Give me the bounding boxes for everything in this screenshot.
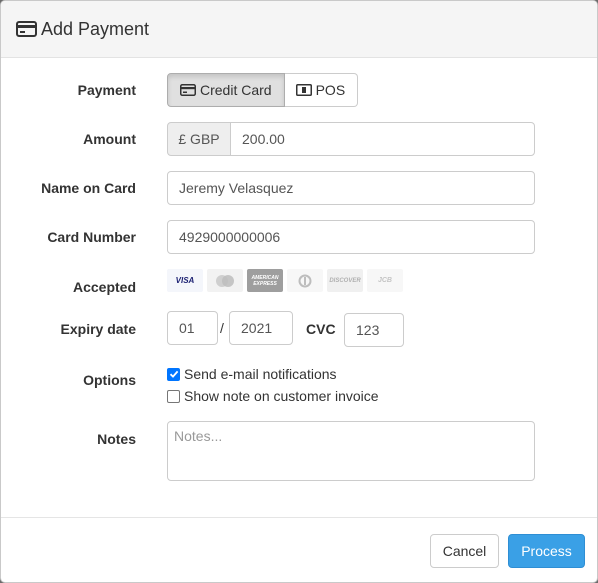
diners-club-card-icon bbox=[287, 269, 323, 292]
name-on-card-label: Name on Card bbox=[41, 180, 136, 196]
credit-card-icon bbox=[16, 21, 37, 37]
pos-option[interactable]: POS bbox=[284, 73, 359, 107]
cancel-button[interactable]: Cancel bbox=[430, 534, 499, 568]
send-email-label: Send e-mail notifications bbox=[184, 366, 337, 382]
notes-textarea[interactable] bbox=[167, 421, 535, 481]
show-note-label: Show note on customer invoice bbox=[184, 388, 379, 404]
visa-card-icon: VISA bbox=[167, 269, 203, 292]
credit-card-option[interactable]: Credit Card bbox=[167, 73, 285, 107]
payment-method-toggle: Credit Card POS bbox=[167, 73, 359, 107]
show-note-option[interactable]: Show note on customer invoice bbox=[167, 388, 379, 404]
pos-terminal-icon bbox=[295, 84, 312, 96]
send-email-option[interactable]: Send e-mail notifications bbox=[167, 366, 337, 382]
card-number-label: Card Number bbox=[47, 229, 136, 245]
notes-label: Notes bbox=[97, 431, 136, 447]
process-button[interactable]: Process bbox=[508, 534, 585, 568]
expiry-separator: / bbox=[220, 320, 224, 336]
pos-option-label: POS bbox=[315, 82, 346, 98]
card-number-input[interactable]: 4929000000006 bbox=[167, 220, 535, 254]
credit-card-option-label: Credit Card bbox=[200, 82, 272, 98]
modal-title: Add Payment bbox=[41, 18, 150, 39]
expiry-year-input[interactable]: 2021 bbox=[229, 311, 293, 345]
amount-label: Amount bbox=[83, 131, 136, 147]
accepted-cards: VISA AMERICAN EXPRESS DISCOVER JCB bbox=[167, 269, 403, 292]
currency-addon: £ GBP bbox=[167, 122, 231, 156]
add-payment-modal: Add Payment Payment Credit Card POS Amou… bbox=[0, 0, 598, 583]
discover-card-icon: DISCOVER bbox=[327, 269, 363, 292]
accepted-label: Accepted bbox=[72, 279, 136, 295]
cvc-label: CVC bbox=[306, 321, 336, 337]
american-express-card-icon: AMERICAN EXPRESS bbox=[247, 269, 283, 292]
options-label: Options bbox=[83, 372, 136, 388]
credit-card-icon bbox=[180, 84, 196, 96]
expiry-date-label: Expiry date bbox=[60, 321, 136, 337]
mastercard-card-icon bbox=[207, 269, 243, 292]
modal-footer: Cancel Process bbox=[1, 517, 597, 582]
name-on-card-input[interactable]: Jeremy Velasquez bbox=[167, 171, 535, 205]
modal-header: Add Payment bbox=[1, 1, 597, 58]
show-note-checkbox[interactable] bbox=[167, 389, 180, 403]
expiry-month-input[interactable]: 01 bbox=[167, 311, 218, 345]
amount-input[interactable]: 200.00 bbox=[230, 122, 535, 156]
payment-label: Payment bbox=[77, 82, 136, 98]
send-email-checkbox[interactable] bbox=[167, 367, 180, 381]
jcb-card-icon: JCB bbox=[367, 269, 403, 292]
cvc-input[interactable]: 123 bbox=[344, 313, 404, 347]
